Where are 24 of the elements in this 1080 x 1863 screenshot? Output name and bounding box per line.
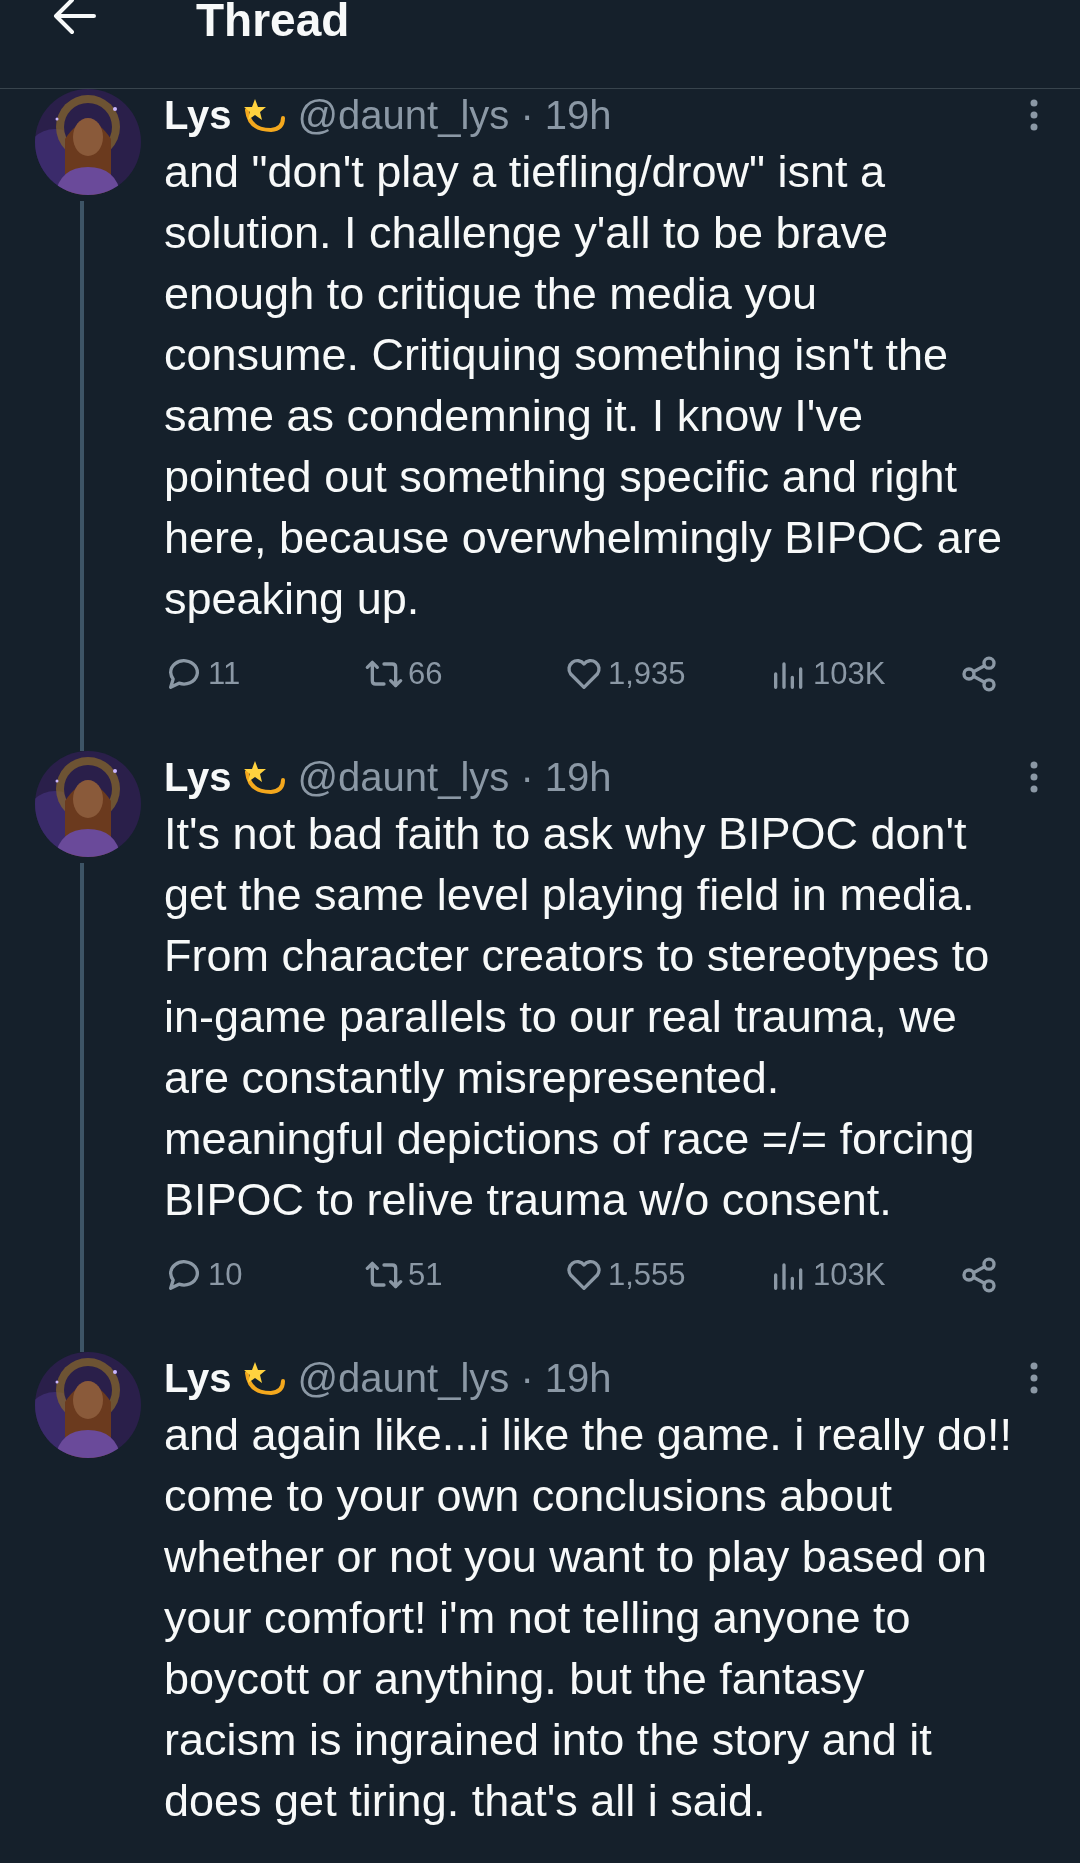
handle-time: @daunt_lys · 19h <box>297 1355 612 1401</box>
back-arrow-icon[interactable] <box>52 0 96 36</box>
page-title: Thread <box>196 0 350 48</box>
reply-count: 10 <box>208 1257 243 1293</box>
like-count: 1,935 <box>608 656 686 692</box>
view-count: 103K <box>813 656 886 692</box>
more-icon[interactable] <box>1028 760 1040 794</box>
share-icon[interactable] <box>959 1255 999 1295</box>
author-name[interactable]: Lys <box>164 92 232 138</box>
post-text: and "don't play a tiefling/drow" isnt a solution. I challenge y'all to be brave enough to critique the media you consume. Critiquing something isn't the same as condemning it. I know I've pointed out something specific and right here, because overwhelmingly BIPOC are speaking up. <box>164 145 1003 626</box>
post-text: It's not bad faith to ask why BIPOC don't get the same level playing field in media. From character creators to stereotypes to in-game parallels to our real trauma, we are constantly misrepresented. meaningful depictions of race =/= forcing BIPOC to relive trauma w/o consent. <box>164 807 991 1227</box>
view-count: 103K <box>813 1257 886 1293</box>
reply-count: 11 <box>208 656 241 692</box>
handle-time: @daunt_lys · 19h <box>297 754 612 800</box>
repost-count: 51 <box>408 1257 443 1293</box>
handle-time: @daunt_lys · 19h <box>297 92 612 138</box>
more-icon[interactable] <box>1028 98 1040 132</box>
author-name[interactable]: Lys <box>164 1355 232 1401</box>
post-text: and again like...i like the game. i really do!! come to your own conclusions about whether or not you want to play based on your comfort! i'm not telling anyone to boycott or anything. but the fantasy racism is ingrained into the story and it does get tiring. that's all i said. <box>164 1408 1013 1828</box>
share-icon[interactable] <box>959 654 999 694</box>
repost-count: 66 <box>408 656 443 692</box>
author-name[interactable]: Lys <box>164 754 232 800</box>
like-count: 1,555 <box>608 1257 686 1293</box>
more-icon[interactable] <box>1028 1361 1040 1395</box>
